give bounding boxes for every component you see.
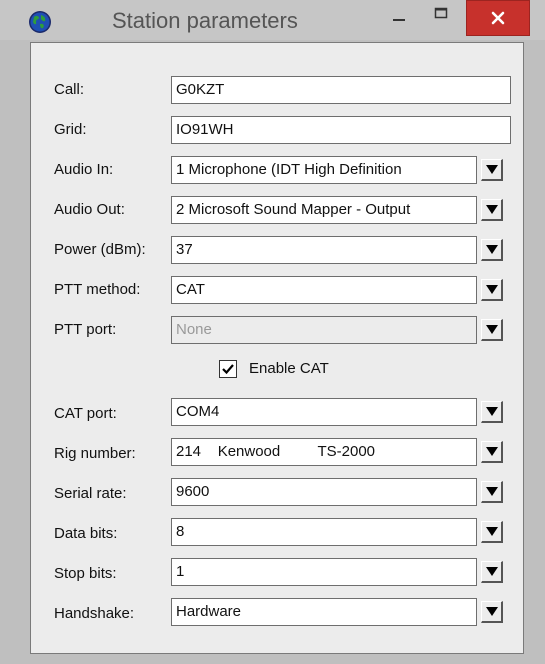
- ptt-method-dropdown-button[interactable]: [481, 279, 503, 301]
- maximize-icon: [434, 7, 448, 19]
- call-input[interactable]: G0KZT: [171, 76, 511, 104]
- handshake-dropdown-button[interactable]: [481, 601, 503, 623]
- ptt-port-select[interactable]: None: [171, 316, 477, 344]
- title-bar[interactable]: Station parameters: [0, 0, 545, 40]
- stop-bits-dropdown-button[interactable]: [481, 561, 503, 583]
- maximize-button[interactable]: [424, 0, 458, 32]
- globe-icon: [29, 11, 51, 33]
- handshake-select[interactable]: Hardware: [171, 598, 477, 626]
- dropdown-arrow-icon: [486, 447, 498, 456]
- dropdown-arrow-icon: [486, 567, 498, 576]
- serial-rate-select[interactable]: 9600: [171, 478, 477, 506]
- data-bits-select[interactable]: 8: [171, 518, 477, 546]
- audio-out-dropdown-button[interactable]: [481, 199, 503, 221]
- ptt-method-select[interactable]: CAT: [171, 276, 477, 304]
- audio-in-select[interactable]: 1 Microphone (IDT High Definition: [171, 156, 477, 184]
- data-bits-dropdown-button[interactable]: [481, 521, 503, 543]
- dropdown-arrow-icon: [486, 607, 498, 616]
- enable-cat-checkbox[interactable]: [219, 360, 237, 378]
- dropdown-arrow-icon: [486, 325, 498, 334]
- dropdown-arrow-icon: [486, 487, 498, 496]
- dropdown-arrow-icon: [486, 285, 498, 294]
- stop-bits-select[interactable]: 1: [171, 558, 477, 586]
- dropdown-arrow-icon: [486, 205, 498, 214]
- close-button[interactable]: [466, 0, 530, 36]
- serial-rate-label: Serial rate:: [54, 485, 127, 502]
- grid-label: Grid:: [54, 121, 87, 138]
- ptt-port-label: PTT port:: [54, 321, 117, 338]
- enable-cat-label: Enable CAT: [249, 360, 329, 377]
- cat-port-select[interactable]: COM4: [171, 398, 477, 426]
- ptt-port-dropdown-button[interactable]: [481, 319, 503, 341]
- minimize-button[interactable]: [382, 0, 416, 32]
- rig-number-dropdown-button[interactable]: [481, 441, 503, 463]
- cat-port-dropdown-button[interactable]: [481, 401, 503, 423]
- close-icon: [491, 11, 505, 25]
- dropdown-arrow-icon: [486, 165, 498, 174]
- window-title: Station parameters: [112, 8, 298, 33]
- rig-number-select[interactable]: 214 Kenwood TS-2000: [171, 438, 477, 466]
- power-dropdown-button[interactable]: [481, 239, 503, 261]
- call-label: Call:: [54, 81, 85, 98]
- rig-number-label: Rig number:: [54, 445, 136, 462]
- cat-port-label: CAT port:: [54, 405, 117, 422]
- data-bits-label: Data bits:: [54, 525, 118, 542]
- ptt-method-label: PTT method:: [54, 281, 141, 298]
- stop-bits-label: Stop bits:: [54, 565, 117, 582]
- serial-rate-dropdown-button[interactable]: [481, 481, 503, 503]
- dropdown-arrow-icon: [486, 407, 498, 416]
- handshake-label: Handshake:: [54, 605, 135, 622]
- grid-input[interactable]: IO91WH: [171, 116, 511, 144]
- checkmark-icon: [222, 364, 234, 375]
- dropdown-arrow-icon: [486, 245, 498, 254]
- audio-out-label: Audio Out:: [54, 201, 125, 218]
- audio-in-label: Audio In:: [54, 161, 114, 178]
- minimize-icon: [393, 19, 405, 21]
- power-label: Power (dBm):: [54, 241, 146, 258]
- power-select[interactable]: 37: [171, 236, 477, 264]
- dropdown-arrow-icon: [486, 527, 498, 536]
- audio-out-select[interactable]: 2 Microsoft Sound Mapper - Output: [171, 196, 477, 224]
- audio-in-dropdown-button[interactable]: [481, 159, 503, 181]
- station-parameters-window: Station parameters Call: G0KZT Grid: IO9…: [0, 0, 545, 664]
